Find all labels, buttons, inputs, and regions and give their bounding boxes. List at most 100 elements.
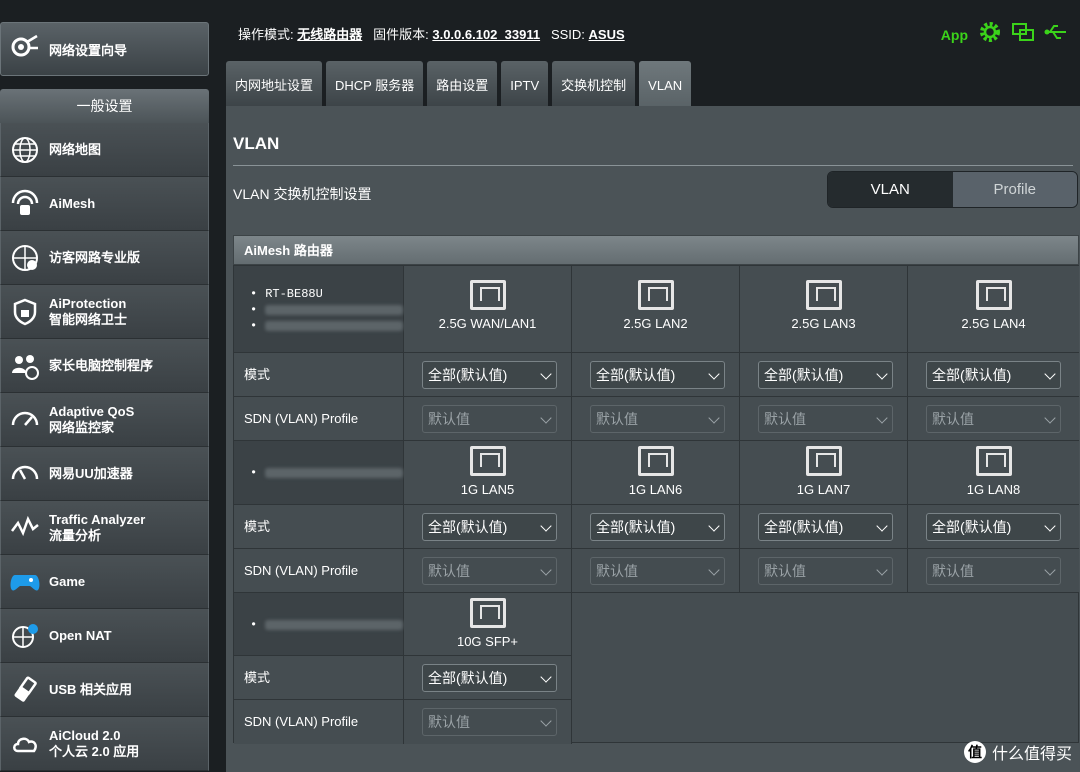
port-label: 1G LAN8 xyxy=(966,482,1021,497)
ethernet-port-icon xyxy=(975,280,1012,310)
chevron-down-icon xyxy=(708,520,720,532)
chevron-down-icon xyxy=(540,412,552,424)
network-setup-wizard-button[interactable]: 网络设置向导 xyxy=(0,22,209,76)
title-divider xyxy=(233,165,1073,166)
ethernet-port-icon xyxy=(469,280,506,310)
chevron-down-icon xyxy=(1044,368,1056,380)
port-label: 2.5G LAN4 xyxy=(961,316,1026,331)
mode-select[interactable]: 全部(默认值) xyxy=(590,513,725,541)
sidebar-item-aimesh[interactable]: AiMesh xyxy=(0,177,209,231)
network-status-icon[interactable] xyxy=(1012,22,1034,47)
mode-select[interactable]: 全部(默认值) xyxy=(422,361,557,389)
port-label: 1G LAN6 xyxy=(628,482,683,497)
port-label: 10G SFP+ xyxy=(456,634,519,649)
sidebar-item-usb-apps[interactable]: USB 相关应用 xyxy=(0,663,209,717)
ethernet-port-icon xyxy=(637,280,674,310)
mode-row-label: 模式 xyxy=(234,656,404,700)
port-label: 2.5G WAN/LAN1 xyxy=(438,316,537,331)
device-info-redacted xyxy=(250,302,403,318)
chevron-down-icon xyxy=(708,368,720,380)
profile-select[interactable]: 默认值 xyxy=(590,405,725,433)
sidebar-item-adaptive-qos[interactable]: Adaptive QoS 网络监控家 xyxy=(0,393,209,447)
mode-select[interactable]: 全部(默认值) xyxy=(422,664,557,692)
mode-select[interactable]: 全部(默认值) xyxy=(422,513,557,541)
app-link[interactable]: App xyxy=(941,27,968,43)
ethernet-port-icon xyxy=(805,280,842,310)
vlan-toggle-button[interactable]: VLAN xyxy=(828,172,953,207)
port-label: 1G LAN5 xyxy=(460,482,515,497)
port-cell: 1G LAN7 xyxy=(740,441,908,505)
device-cell xyxy=(234,441,404,505)
chevron-down-icon xyxy=(1044,564,1056,576)
tab-lan-ip[interactable]: 内网地址设置 xyxy=(226,61,323,106)
tab-dhcp-server[interactable]: DHCP 服务器 xyxy=(326,61,424,106)
usb-status-icon[interactable] xyxy=(1044,23,1068,46)
sidebar-item-uu-accelerator[interactable]: 网易UU加速器 xyxy=(0,447,209,501)
mode-select[interactable]: 全部(默认值) xyxy=(926,361,1061,389)
sidebar-item-sublabel: 智能网络卫士 xyxy=(49,311,128,327)
watermark-logo-icon: 值 xyxy=(963,741,986,763)
profile-select[interactable]: 默认值 xyxy=(422,557,557,585)
usb-icon xyxy=(7,672,43,708)
sidebar-item-open-nat[interactable]: Open NAT xyxy=(0,609,209,663)
sidebar-item-parental-controls[interactable]: 家长电脑控制程序 xyxy=(0,339,209,393)
ethernet-port-icon xyxy=(637,446,674,476)
sidebar-item-game[interactable]: Game xyxy=(0,555,209,609)
mode-row-label: 模式 xyxy=(234,505,404,549)
profile-row-label: SDN (VLAN) Profile xyxy=(234,397,404,441)
gamepad-icon xyxy=(7,564,43,600)
ethernet-port-icon xyxy=(805,446,842,476)
wizard-icon xyxy=(9,32,39,67)
gear-icon[interactable] xyxy=(978,20,1002,49)
sidebar-item-sublabel: 流量分析 xyxy=(49,527,102,543)
view-toggle: VLAN Profile xyxy=(827,171,1078,208)
sidebar-item-label: AiMesh xyxy=(49,195,96,211)
sidebar-item-network-map[interactable]: 网络地图 xyxy=(0,123,209,177)
gauge-icon xyxy=(7,402,43,438)
port-cell: 1G LAN8 xyxy=(908,441,1079,505)
port-label: 1G LAN7 xyxy=(796,482,851,497)
profile-select[interactable]: 默认值 xyxy=(590,557,725,585)
profile-toggle-button[interactable]: Profile xyxy=(952,172,1077,207)
firmware-label: 固件版本: xyxy=(373,27,429,42)
profile-select[interactable]: 默认值 xyxy=(758,557,893,585)
device-info-redacted xyxy=(250,617,403,633)
operation-mode-label: 操作模式: xyxy=(238,27,294,42)
mode-select[interactable]: 全部(默认值) xyxy=(758,513,893,541)
sidebar-item-sublabel: 个人云 2.0 应用 xyxy=(49,743,140,759)
profile-select[interactable]: 默认值 xyxy=(926,405,1061,433)
sidebar-item-label: 家长电脑控制程序 xyxy=(49,357,154,373)
port-cell: 10G SFP+ xyxy=(404,593,572,656)
mode-select[interactable]: 全部(默认值) xyxy=(590,361,725,389)
shield-icon xyxy=(7,294,43,330)
port-cell: 2.5G LAN4 xyxy=(908,266,1079,353)
chevron-down-icon xyxy=(876,368,888,380)
page-subtitle: VLAN 交换机控制设置 xyxy=(233,186,372,202)
sidebar-item-guest-network-pro[interactable]: 访客网路专业版 xyxy=(0,231,209,285)
sidebar-item-aicloud[interactable]: AiCloud 2.0 个人云 2.0 应用 xyxy=(0,717,209,771)
profile-select[interactable]: 默认值 xyxy=(422,708,557,736)
mode-select[interactable]: 全部(默认值) xyxy=(758,361,893,389)
sidebar-item-aiprotection[interactable]: AiProtection 智能网络卫士 xyxy=(0,285,209,339)
device-info-redacted xyxy=(250,318,403,334)
device-name: RT-BE88U xyxy=(250,286,403,302)
chevron-down-icon xyxy=(1044,520,1056,532)
sidebar-item-traffic-analyzer[interactable]: Traffic Analyzer 流量分析 xyxy=(0,501,209,555)
tab-iptv[interactable]: IPTV xyxy=(501,61,549,106)
chevron-down-icon xyxy=(876,412,888,424)
profile-select[interactable]: 默认值 xyxy=(926,557,1061,585)
tab-route[interactable]: 路由设置 xyxy=(427,61,498,106)
ssid-link[interactable]: ASUS xyxy=(589,27,625,42)
profile-select[interactable]: 默认值 xyxy=(422,405,557,433)
mode-select[interactable]: 全部(默认值) xyxy=(926,513,1061,541)
firmware-link[interactable]: 3.0.0.6.102_33911 xyxy=(432,27,540,42)
operation-mode-link[interactable]: 无线路由器 xyxy=(297,27,362,42)
guest-network-icon xyxy=(7,240,43,276)
chevron-down-icon xyxy=(1044,412,1056,424)
tab-vlan[interactable]: VLAN xyxy=(639,61,692,106)
port-label: 2.5G LAN3 xyxy=(791,316,856,331)
tab-switch-control[interactable]: 交换机控制 xyxy=(552,61,636,106)
port-cell: 2.5G WAN/LAN1 xyxy=(404,266,572,353)
ethernet-port-icon xyxy=(975,446,1012,476)
profile-select[interactable]: 默认值 xyxy=(758,405,893,433)
